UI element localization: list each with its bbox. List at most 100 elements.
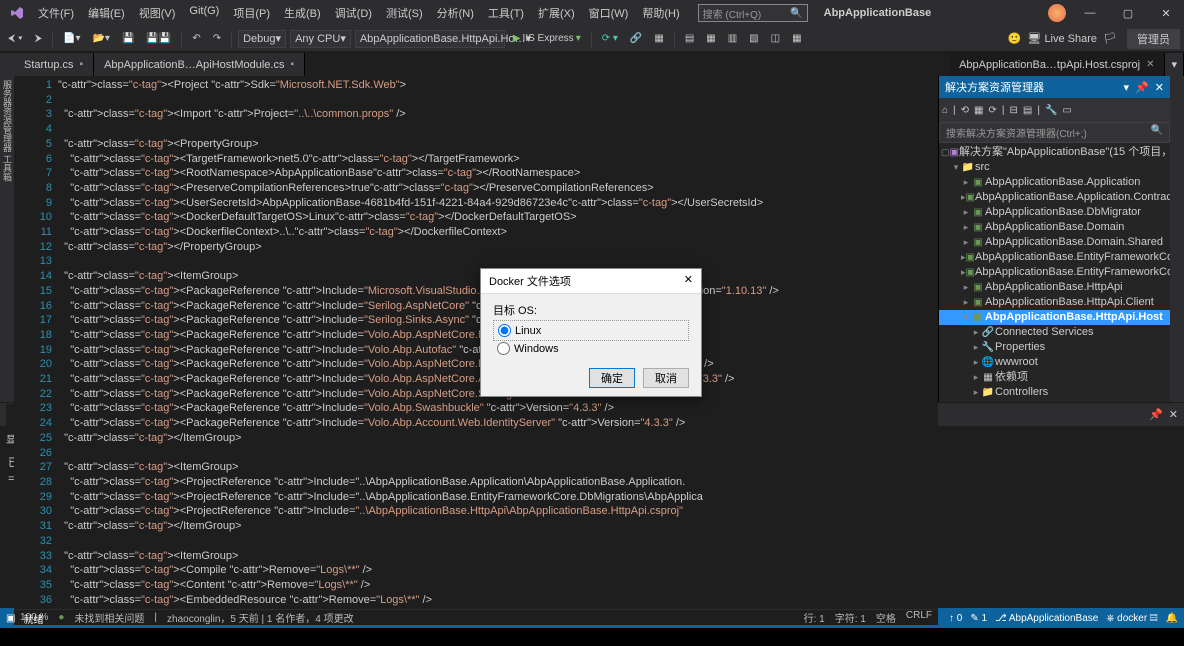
tool-btn-7[interactable]: ▦ [788,31,805,46]
preview-icon[interactable]: ▭ [1062,105,1071,116]
space-indicator[interactable]: 空格 [876,610,896,625]
collapse-icon[interactable]: ⊟ [1010,105,1018,116]
notifications-icon[interactable]: 🔔 [1166,613,1178,624]
sync-icon[interactable]: ⟲ [961,105,969,116]
git-branch[interactable]: ⎇ AbpApplicationBase [995,613,1098,624]
maximize-button[interactable]: ▢ [1114,7,1142,20]
menu-item[interactable]: 文件(F) [32,2,80,24]
platform-dropdown[interactable]: Any CPU ▾ [290,30,351,48]
radio-linux[interactable]: Linux [498,323,684,338]
user-avatar[interactable] [1048,4,1066,22]
tool-btn-1[interactable]: ▦ [650,31,667,46]
close-icon[interactable]: ✕ [1155,81,1164,94]
new-item-button[interactable]: 📄▾ [59,31,84,46]
browser-link-button[interactable]: 🔗 [626,31,646,46]
radio-windows[interactable]: Windows [493,341,689,356]
tab-startup-cs[interactable]: Startup.cs▪ [14,53,94,76]
save-all-button[interactable]: 💾💾 [142,31,175,46]
left-tool-strip[interactable]: 服务器资源管理器 工具箱 [0,76,14,402]
refresh-icon[interactable]: ⟳ [989,105,997,116]
config-dropdown[interactable]: Debug ▾ [238,30,286,48]
tool-btn-6[interactable]: ◫ [767,31,784,46]
right-tool-strip[interactable] [1170,76,1184,402]
startup-project-dropdown[interactable]: AbpApplicationBase.HttpApi.Ho… ▾ [355,30,505,48]
code-editor[interactable]: 1234567891011121314151617181920212223242… [14,76,938,609]
solution-explorer-header[interactable]: 解决方案资源管理器 ▾📌✕ [939,76,1170,98]
menu-item[interactable]: 编辑(E) [82,2,131,24]
line-indicator[interactable]: 行: 1 [804,610,825,625]
cancel-button[interactable]: 取消 [643,368,689,388]
menu-item[interactable]: 测试(S) [380,2,429,24]
close-icon[interactable]: ✕ [1169,408,1178,421]
project-node[interactable]: ▸▣AbpApplicationBase.DbMigrator [939,205,1170,220]
tab-hostmodule-cs[interactable]: AbpApplicationB…ApiHostModule.cs▪ [94,53,305,76]
tree-item[interactable]: ▸🔧Properties [939,340,1170,355]
undo-button[interactable]: ↶ [188,31,204,46]
close-button[interactable]: ✕ [1152,7,1180,20]
tree-item[interactable]: ▸🔗Connected Services [939,325,1170,340]
menu-item[interactable]: 视图(V) [133,2,182,24]
solution-tree[interactable]: ▢▣解决方案"AbpApplicationBase"(15 个项目，共 15 个… [939,143,1170,402]
col-indicator[interactable]: 字符: 1 [835,610,866,625]
project-node[interactable]: ▸▣AbpApplicationBase.Domain [939,220,1170,235]
nav-back-button[interactable]: ⮜ ▾ [4,31,27,46]
project-node-selected[interactable]: ▾▣AbpApplicationBase.HttpApi.Host [939,310,1170,325]
menu-item[interactable]: 工具(T) [482,2,530,24]
project-node[interactable]: ▸▣AbpApplicationBase.EntityFrameworkCore [939,250,1170,265]
tab-csproj[interactable]: AbpApplicationBa…tpApi.Host.csproj ✕ [949,53,1165,76]
dialog-close-button[interactable]: ✕ [684,273,693,289]
menu-item[interactable]: Git(G) [183,2,225,24]
docker-target[interactable]: ⎈ docker ▤ [1106,613,1157,624]
tool-btn-4[interactable]: ▥ [724,31,741,46]
solution-search[interactable]: 搜索解决方案资源管理器(Ctrl+;)🔍 [939,122,1170,143]
project-node[interactable]: ▸▣AbpApplicationBase.HttpApi.Client [939,295,1170,310]
git-pencil-icon[interactable]: ✎ 1 [970,613,987,624]
showall-icon[interactable]: ▤ [1023,105,1032,116]
tab-overflow-button[interactable]: ▾ [1165,53,1184,76]
global-search[interactable]: 搜索 (Ctrl+Q) 🔍 [698,4,808,22]
tree-item[interactable]: ▸▦依赖项 [939,370,1170,385]
project-node[interactable]: ▸▣AbpApplicationBase.Domain.Shared [939,235,1170,250]
close-icon[interactable]: ▪ [80,59,84,70]
ok-button[interactable]: 确定 [589,368,635,388]
encoding-indicator[interactable]: CRLF [906,610,932,625]
refresh-button[interactable]: ⟳ ▾ [598,31,622,46]
folder-src[interactable]: ▾📁src [939,160,1170,175]
pin-icon[interactable]: ✕ [1146,59,1154,70]
tool-btn-2[interactable]: ▤ [681,31,698,46]
menu-item[interactable]: 帮助(H) [636,2,685,24]
menu-item[interactable]: 扩展(X) [532,2,581,24]
home-icon[interactable]: ⌂ [942,105,948,116]
tool-btn-5[interactable]: ▧ [745,31,762,46]
project-node[interactable]: ▸▣AbpApplicationBase.Application [939,175,1170,190]
project-node[interactable]: ▸▣AbpApplicationBase.Application.Contrac… [939,190,1170,205]
pin-icon[interactable]: 📌 [1135,81,1149,94]
menu-item[interactable]: 分析(N) [431,2,480,24]
open-button[interactable]: 📂▾ [88,31,113,46]
notifications-icon[interactable]: 🏳 [1103,32,1117,45]
git-push-icon[interactable]: ↑ 0 [949,613,962,624]
tool-icon[interactable]: ▦ [974,105,983,116]
dialog-title-bar[interactable]: Docker 文件选项 ✕ [481,269,701,294]
author-lens[interactable]: zhaoconglin，5 天前 | 1 名作者，4 项更改 [167,610,354,625]
nav-fwd-button[interactable]: ⮞ [31,31,46,46]
start-debug-button[interactable]: ▶ IIS Express ▾ [509,31,585,46]
menu-item[interactable]: 调试(D) [329,2,378,24]
solution-root[interactable]: ▢▣解决方案"AbpApplicationBase"(15 个项目，共 15 个… [939,145,1170,160]
save-button[interactable]: 💾 [118,31,138,46]
menu-item[interactable]: 生成(B) [278,2,327,24]
minimize-button[interactable]: — [1076,7,1104,19]
tree-item[interactable]: JSabp.resourcemapping.js [939,400,1170,402]
menu-item[interactable]: 项目(P) [227,2,276,24]
properties-icon[interactable]: 🔧 [1045,105,1057,116]
liveshare-button[interactable]: 🖥 Live Share [1027,32,1097,45]
tool-btn-3[interactable]: ▦ [702,31,719,46]
project-node[interactable]: ▸▣AbpApplicationBase.HttpApi [939,280,1170,295]
menu-item[interactable]: 窗口(W) [583,2,635,24]
tree-item[interactable]: ▸📁Controllers [939,385,1170,400]
project-node[interactable]: ▸▣AbpApplicationBase.EntityFrameworkCore… [939,265,1170,280]
close-icon[interactable]: ▪ [290,59,294,70]
feedback-icon[interactable]: 🙂 [1008,32,1022,45]
tree-item[interactable]: ▸🌐wwwroot [939,355,1170,370]
redo-button[interactable]: ↷ [209,31,225,46]
